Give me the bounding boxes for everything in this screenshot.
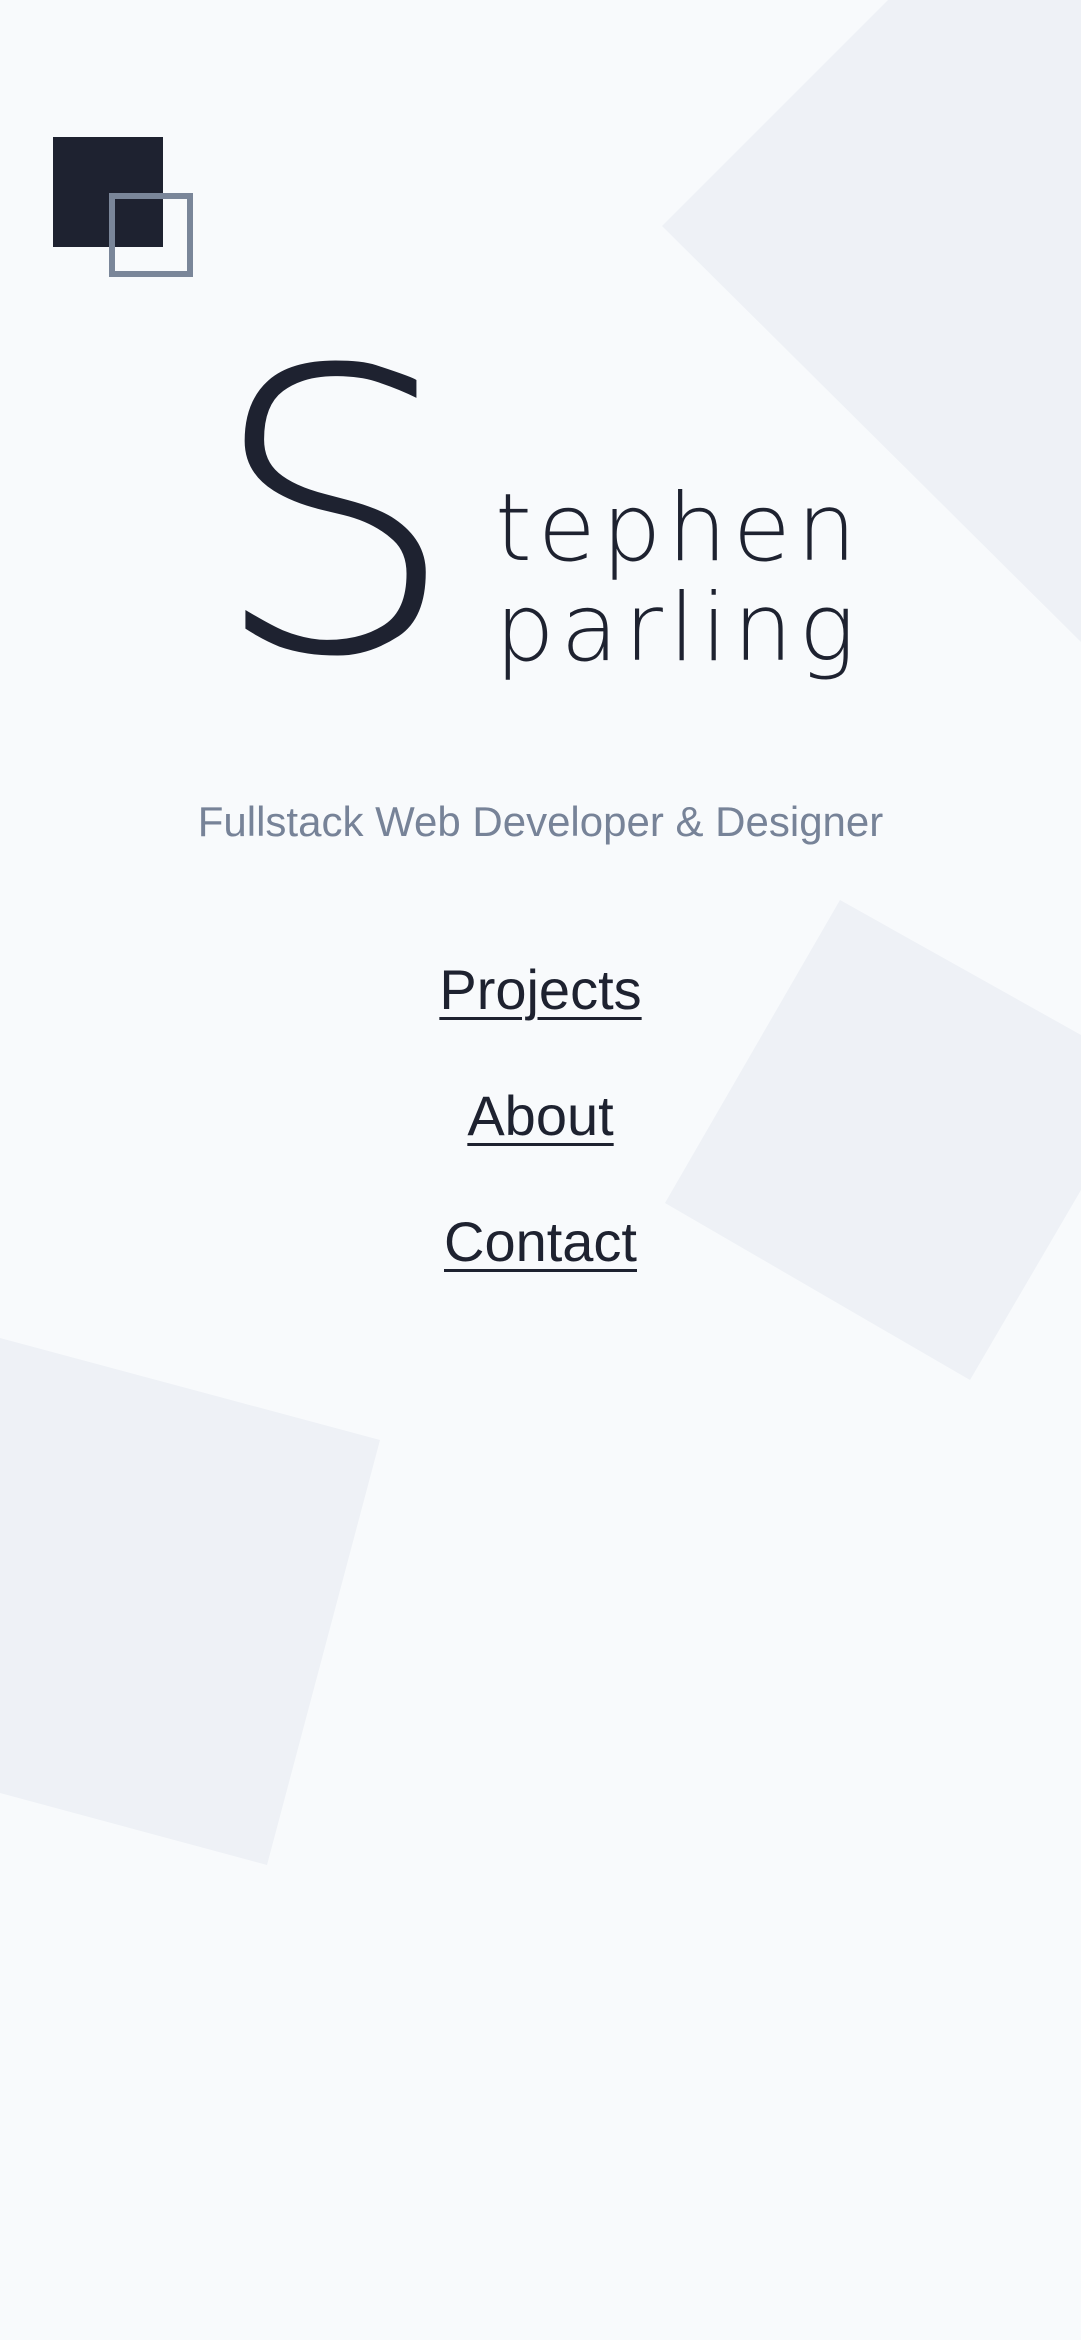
bg-shape-bottom-left: [0, 1338, 380, 1865]
name-line-last: parling: [495, 574, 862, 683]
page: S tephen parling Fullstack Web Developer…: [0, 0, 1081, 2340]
nav-link-projects[interactable]: Projects: [0, 955, 1081, 1025]
nav-link-contact[interactable]: Contact: [0, 1207, 1081, 1277]
logo-outline-square: [109, 193, 193, 277]
name-initial: S: [210, 288, 458, 742]
hero-name: S tephen parling: [210, 320, 910, 710]
name-line-first: tephen: [495, 474, 863, 583]
tagline: Fullstack Web Developer & Designer: [197, 798, 884, 845]
nav-link-about[interactable]: About: [0, 1081, 1081, 1151]
main-nav: Projects About Contact: [0, 955, 1081, 1333]
site-logo[interactable]: [53, 137, 193, 277]
